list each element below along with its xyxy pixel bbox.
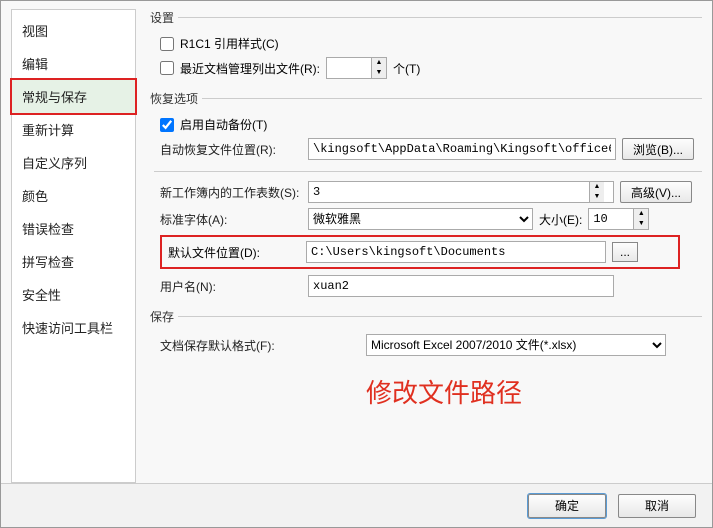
spin-down-icon[interactable]: ▼	[590, 192, 604, 202]
spin-down-icon[interactable]: ▼	[372, 68, 386, 78]
group-save-legend: 保存	[150, 308, 178, 325]
sidebar-item-spell-check[interactable]: 拼写检查	[12, 245, 135, 278]
standard-font-select[interactable]: 微软雅黑	[308, 208, 533, 230]
sidebar-item-security[interactable]: 安全性	[12, 278, 135, 311]
sidebar-item-edit[interactable]: 编辑	[12, 47, 135, 80]
username-input[interactable]	[308, 275, 614, 297]
content-panel: 设置 R1C1 引用样式(C) 最近文档管理列出文件(R): ▲▼	[136, 9, 702, 483]
group-save: 保存 文档保存默认格式(F): Microsoft Excel 2007/201…	[150, 308, 702, 361]
recovery-path-input[interactable]	[308, 138, 616, 160]
spin-up-icon[interactable]: ▲	[590, 182, 604, 192]
sidebar-item-general-save[interactable]: 常规与保存	[10, 78, 137, 115]
sheets-count-value[interactable]	[309, 182, 589, 202]
sidebar-item-custom-list[interactable]: 自定义序列	[12, 146, 135, 179]
recovery-browse-button[interactable]: 浏览(B)...	[622, 138, 694, 160]
advanced-button[interactable]: 高级(V)...	[620, 181, 692, 203]
default-path-label: 默认文件位置(D):	[168, 244, 300, 261]
cancel-button[interactable]: 取消	[618, 494, 696, 518]
enable-backup-checkbox-label: 启用自动备份(T)	[180, 116, 267, 133]
r1c1-checkbox-label: R1C1 引用样式(C)	[180, 35, 279, 52]
default-path-input[interactable]	[306, 241, 606, 263]
group-recovery: 恢复选项 启用自动备份(T) 自动恢复文件位置(R): 浏览(B)...	[150, 90, 702, 165]
sidebar-item-error-check[interactable]: 错误检查	[12, 212, 135, 245]
spin-down-icon[interactable]: ▼	[634, 219, 648, 229]
enable-backup-checkbox[interactable]: 启用自动备份(T)	[160, 116, 267, 133]
recent-files-checkbox-input[interactable]	[160, 61, 174, 75]
enable-backup-checkbox-input[interactable]	[160, 118, 174, 132]
sidebar-item-color[interactable]: 颜色	[12, 179, 135, 212]
username-label: 用户名(N):	[160, 278, 302, 295]
sheets-count-label: 新工作簿内的工作表数(S):	[160, 184, 302, 201]
group-workbook: 新工作簿内的工作表数(S): ▲▼ 高级(V)... 标准字体(A): 微软雅黑…	[150, 171, 702, 302]
default-format-select[interactable]: Microsoft Excel 2007/2010 文件(*.xlsx)	[366, 334, 666, 356]
group-settings: 设置 R1C1 引用样式(C) 最近文档管理列出文件(R): ▲▼	[150, 9, 702, 84]
ok-button[interactable]: 确定	[528, 494, 606, 518]
recent-files-checkbox-label: 最近文档管理列出文件(R):	[180, 60, 320, 77]
font-size-spinner[interactable]: ▲▼	[588, 208, 649, 230]
recovery-path-label: 自动恢复文件位置(R):	[160, 141, 302, 158]
sidebar-item-view[interactable]: 视图	[12, 14, 135, 47]
sheets-count-spinner[interactable]: ▲▼	[308, 181, 614, 203]
default-path-browse-button[interactable]: ...	[612, 242, 638, 262]
recent-files-unit: 个(T)	[393, 60, 420, 77]
sidebar-item-recalc[interactable]: 重新计算	[12, 113, 135, 146]
dialog-footer: 确定 取消	[1, 483, 712, 527]
default-format-label: 文档保存默认格式(F):	[160, 337, 360, 354]
recent-files-value[interactable]	[327, 58, 371, 78]
default-path-row-highlight: 默认文件位置(D): ...	[160, 235, 680, 269]
sidebar-item-quick-access[interactable]: 快速访问工具栏	[12, 311, 135, 344]
group-recovery-legend: 恢复选项	[150, 90, 202, 107]
font-size-label: 大小(E):	[539, 211, 582, 228]
recent-files-spinner[interactable]: ▲▼	[326, 57, 387, 79]
spin-up-icon[interactable]: ▲	[634, 209, 648, 219]
standard-font-label: 标准字体(A):	[160, 211, 302, 228]
group-settings-legend: 设置	[150, 9, 178, 26]
spin-up-icon[interactable]: ▲	[372, 58, 386, 68]
recent-files-checkbox[interactable]: 最近文档管理列出文件(R):	[160, 60, 320, 77]
annotation-text: 修改文件路径	[366, 373, 522, 410]
sidebar: 视图 编辑 常规与保存 重新计算 自定义序列 颜色 错误检查 拼写检查 安全性 …	[11, 9, 136, 483]
r1c1-checkbox-input[interactable]	[160, 37, 174, 51]
font-size-value[interactable]	[589, 209, 633, 229]
r1c1-checkbox[interactable]: R1C1 引用样式(C)	[160, 35, 279, 52]
